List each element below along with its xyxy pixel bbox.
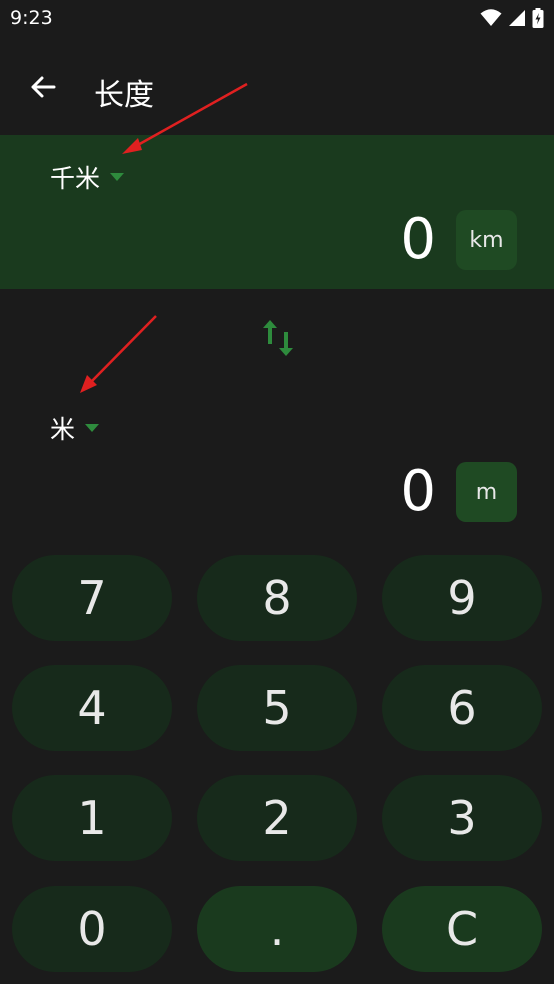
from-unit-symbol-chip[interactable]: km	[456, 210, 517, 270]
to-unit-dropdown[interactable]: 米	[50, 410, 100, 446]
key-0[interactable]: 0	[12, 886, 172, 972]
from-unit-panel: 千米 0 km	[0, 135, 554, 289]
key-7[interactable]: 7	[12, 555, 172, 641]
dropdown-caret-icon	[85, 424, 100, 432]
to-unit-name: 米	[50, 415, 76, 444]
key-clear[interactable]: C	[382, 886, 542, 972]
from-unit-dropdown[interactable]: 千米	[50, 159, 125, 195]
status-time: 9:23	[10, 7, 53, 29]
key-4[interactable]: 4	[12, 665, 172, 751]
status-bar: 9:23	[0, 0, 554, 38]
key-8[interactable]: 8	[197, 555, 357, 641]
back-arrow-icon	[31, 76, 56, 98]
key-5[interactable]: 5	[197, 665, 357, 751]
to-value: 0	[400, 459, 436, 524]
dropdown-caret-icon	[110, 173, 125, 181]
wifi-icon	[480, 9, 502, 26]
key-1[interactable]: 1	[12, 775, 172, 861]
from-unit-name: 千米	[50, 164, 101, 193]
swap-icon	[263, 320, 293, 356]
battery-icon	[532, 8, 544, 28]
back-button[interactable]	[24, 72, 62, 102]
page-title: 长度	[94, 78, 154, 113]
to-unit-symbol-chip[interactable]: m	[456, 462, 517, 522]
app-bar: 长度	[0, 50, 554, 122]
key-9[interactable]: 9	[382, 555, 542, 641]
from-value: 0	[400, 207, 436, 272]
key-3[interactable]: 3	[382, 775, 542, 861]
key-2[interactable]: 2	[197, 775, 357, 861]
key-decimal-point[interactable]: .	[197, 886, 357, 972]
annotation-arrow-to-unit	[80, 315, 157, 393]
key-6[interactable]: 6	[382, 665, 542, 751]
signal-icon	[509, 10, 525, 26]
swap-button[interactable]	[258, 316, 298, 360]
status-icons	[480, 8, 544, 28]
